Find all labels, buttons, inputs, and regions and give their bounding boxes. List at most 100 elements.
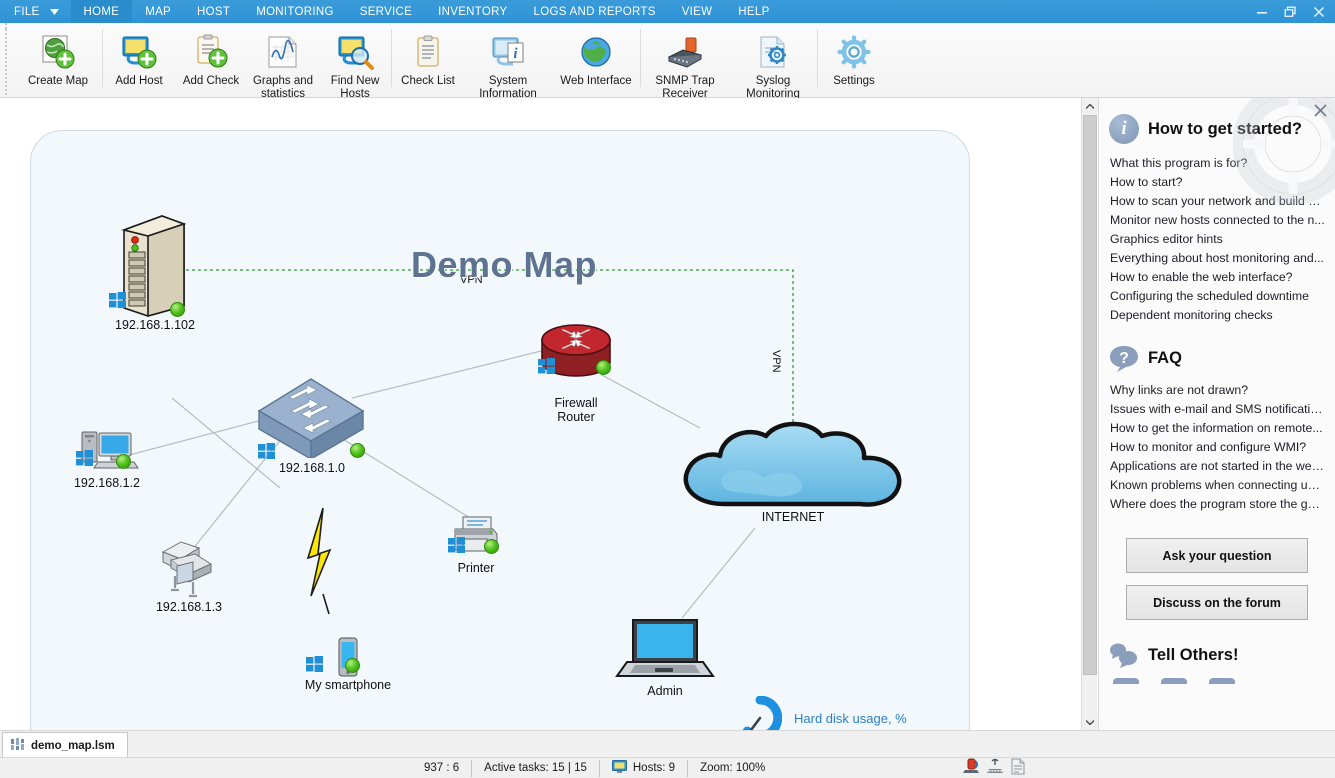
create-map-button[interactable]: Create Map	[14, 28, 102, 88]
ribbon-group-info: Check List i System Information Web Inte…	[392, 23, 640, 100]
menu-item-home[interactable]: HOME	[70, 0, 133, 23]
facebook-icon[interactable]	[1113, 678, 1139, 684]
menu-label: MAP	[145, 5, 172, 18]
syslog-monitoring-button[interactable]: Syslog Monitoring	[729, 28, 817, 101]
status-indicator	[596, 360, 611, 375]
vk-icon[interactable]	[1209, 678, 1235, 684]
map-node-plotter[interactable]: 192.168.1.3	[155, 530, 225, 614]
map-node-label: 192.168.1.3	[155, 600, 223, 614]
settings-button[interactable]: Settings	[818, 28, 890, 88]
restore-icon[interactable]	[1284, 6, 1297, 18]
map-node-label: My smartphone	[304, 678, 392, 692]
snmp-trap-receiver-button[interactable]: SNMP Trap Receiver	[641, 28, 729, 101]
ask-your-question-button[interactable]: Ask your question	[1126, 538, 1308, 573]
menu-item-monitoring[interactable]: MONITORING	[243, 0, 347, 23]
menu-item-map[interactable]: MAP	[132, 0, 184, 23]
map-node-label: INTERNET	[761, 510, 825, 524]
web-interface-label: Web Interface	[560, 75, 632, 87]
faq-link[interactable]: Where does the program store the gat...	[1110, 495, 1325, 514]
firewall-router-icon	[541, 324, 611, 377]
tell-others-title: Tell Others!	[1148, 645, 1239, 664]
faq-link[interactable]: Issues with e-mail and SMS notifications	[1110, 400, 1325, 419]
add-host-button[interactable]: Add Host	[103, 28, 175, 88]
status-indicator	[484, 539, 499, 554]
system-information-icon: i	[490, 32, 526, 72]
menu-item-service[interactable]: SERVICE	[347, 0, 425, 23]
windows-flag-icon	[76, 450, 93, 466]
add-host-icon	[120, 32, 158, 72]
map-title: Demo Map	[410, 244, 598, 285]
discuss-on-forum-button[interactable]: Discuss on the forum	[1126, 585, 1308, 620]
map-node-admin[interactable]: Admin	[615, 616, 715, 698]
menu-item-file[interactable]: FILE	[0, 0, 46, 23]
map-node-firewall-router[interactable]: Firewall Router	[538, 320, 612, 424]
map-node-internet[interactable]: INTERNET	[668, 418, 918, 533]
alerts-icon[interactable]	[963, 758, 981, 778]
question-bubble-icon: ?	[1109, 345, 1139, 372]
menu-item-host[interactable]: HOST	[184, 0, 243, 23]
menu-label: VIEW	[681, 5, 713, 18]
help-link[interactable]: How to enable the web interface?	[1110, 268, 1325, 287]
add-check-button[interactable]: Add Check	[175, 28, 247, 88]
map-node-label: 192.168.1.0	[278, 461, 346, 475]
map-node-workstation[interactable]: 192.168.1.2	[74, 426, 140, 490]
faq-link[interactable]: Why links are not drawn?	[1110, 381, 1325, 400]
status-active-tasks: Active tasks: 15 | 15	[484, 762, 587, 774]
ribbon-group-settings: Settings	[818, 23, 890, 97]
gauge-label: Hard disk usage, %	[794, 710, 907, 726]
web-interface-button[interactable]: Web Interface	[552, 28, 640, 88]
faq-link[interactable]: How to get the information on remote...	[1110, 419, 1325, 438]
close-icon[interactable]	[1313, 6, 1325, 18]
help-actions: Ask your question Discuss on the forum	[1099, 514, 1335, 620]
map-node-printer[interactable]: Printer	[448, 513, 502, 575]
plotter-icon	[161, 541, 213, 598]
faq-link[interactable]: How to monitor and configure WMI?	[1110, 438, 1325, 457]
tab-demo-map[interactable]: demo_map.lsm	[2, 732, 128, 758]
map-node-server[interactable]: 192.168.1.102	[109, 212, 195, 332]
find-new-hosts-button[interactable]: Find New Hosts	[319, 28, 391, 101]
help-link[interactable]: Configuring the scheduled downtime	[1110, 287, 1325, 306]
scrollbar-thumb[interactable]	[1083, 115, 1097, 675]
help-link[interactable]: Graphics editor hints	[1110, 230, 1325, 249]
scroll-down-icon[interactable]	[1082, 714, 1098, 730]
map-node-switch[interactable]: 192.168.1.0	[255, 373, 367, 475]
menu-item-view[interactable]: VIEW	[669, 0, 726, 23]
menu-item-logs-and-reports[interactable]: LOGS AND REPORTS	[521, 0, 669, 23]
help-link[interactable]: Everything about host monitoring and...	[1110, 249, 1325, 268]
faq-link[interactable]: Applications are not started in the web.…	[1110, 457, 1325, 476]
vpn-link-label-vertical: VPN	[770, 350, 782, 373]
status-zoom: Zoom: 100%	[700, 762, 766, 774]
status-hosts: Hosts: 9	[600, 758, 687, 778]
gauge-hard-disk-usage[interactable]: 0% Hard disk usage, %	[738, 696, 907, 730]
status-indicator	[170, 302, 185, 317]
chat-bubbles-icon	[1109, 642, 1139, 668]
map-canvas[interactable]: VPN VPN Demo Map 192.168.1.102 192.168.1…	[0, 98, 1081, 730]
window-controls	[1256, 0, 1335, 23]
settings-gear-icon	[837, 32, 871, 72]
graphs-statistics-button[interactable]: Graphs and statistics	[247, 28, 319, 101]
status-coordinates: 937 : 6	[424, 762, 460, 774]
twitter-icon[interactable]	[1161, 678, 1187, 684]
snmp-icon[interactable]	[986, 758, 1004, 778]
menu-item-help[interactable]: HELP	[725, 0, 782, 23]
menu-label: INVENTORY	[438, 5, 508, 18]
close-panel-icon[interactable]	[1313, 104, 1327, 118]
menu-item-inventory[interactable]: INVENTORY	[425, 0, 520, 23]
minimize-icon[interactable]	[1256, 6, 1268, 18]
windows-flag-icon	[306, 656, 323, 672]
log-icon[interactable]	[1009, 758, 1027, 778]
ribbon-toolbar: Create Map Add Host Add Check Graphs and…	[0, 23, 1335, 101]
windows-flag-icon	[448, 537, 465, 553]
help-link[interactable]: Monitor new hosts connected to the n...	[1110, 211, 1325, 230]
menu-label: SERVICE	[359, 5, 413, 18]
map-vertical-scrollbar[interactable]	[1081, 98, 1098, 730]
syslog-monitoring-icon	[756, 32, 790, 72]
scroll-up-icon[interactable]	[1082, 98, 1098, 114]
faq-link[interactable]: Known problems when connecting usi...	[1110, 476, 1325, 495]
check-list-button[interactable]: Check List	[392, 28, 464, 88]
map-node-smartphone[interactable]: My smartphone	[305, 636, 391, 692]
help-link[interactable]: Dependent monitoring checks	[1110, 306, 1325, 325]
chevron-down-icon[interactable]	[46, 0, 71, 23]
system-information-button[interactable]: i System Information	[464, 28, 552, 101]
social-share-icons[interactable]	[1099, 670, 1335, 684]
